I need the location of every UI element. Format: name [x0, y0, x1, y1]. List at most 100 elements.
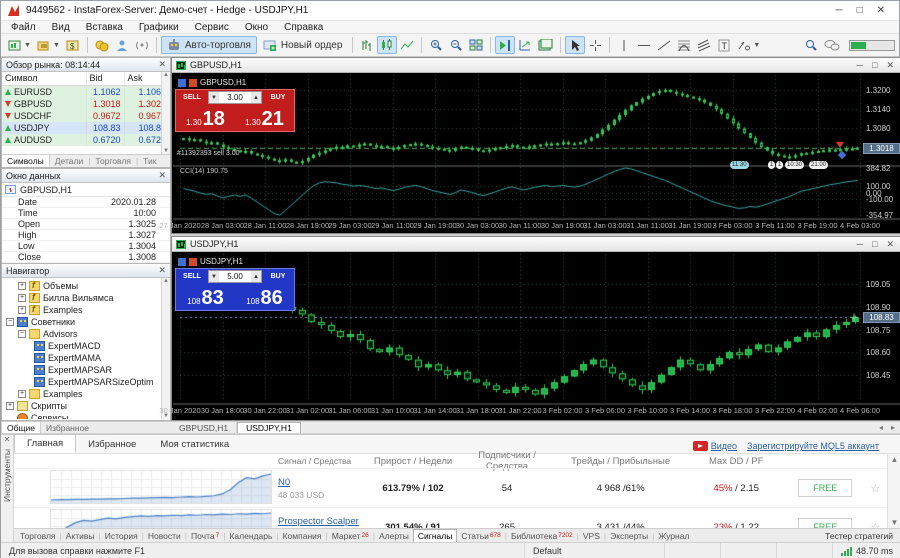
autotrade-button[interactable]: Авто-торговля [161, 36, 257, 54]
bottom-tab-trade[interactable]: Торговля [16, 529, 60, 542]
nav-item-advisors-folder[interactable]: −Advisors [4, 328, 170, 340]
symbol-row-usdjpy[interactable]: USDJPY 108.83108.86 [2, 122, 170, 134]
signal-row-prospector[interactable]: Prospector Scalper EA 301.54% / 91 265 3… [14, 507, 887, 528]
signal-name-link[interactable]: Prospector Scalper EA [278, 516, 359, 528]
menu-tools[interactable]: Сервис [195, 22, 229, 33]
horizontal-line-tool-button[interactable] [634, 36, 654, 54]
tile-windows-button[interactable] [466, 36, 486, 54]
signal-name-link[interactable]: N0 [278, 477, 290, 488]
gbpusd-sell-price[interactable]: 1.3018 [176, 105, 235, 131]
usdjpy-sell-button[interactable]: SELL [176, 269, 208, 284]
free-button[interactable]: FREE [798, 518, 852, 528]
channel-tool-button[interactable] [694, 36, 714, 54]
bottom-tab-company[interactable]: Компания [279, 529, 326, 542]
bottom-tab-alerts[interactable]: Алерты [375, 529, 413, 542]
bottom-tab-calendar[interactable]: Календарь [225, 529, 276, 542]
volume-down-icon[interactable]: ▼ [209, 92, 219, 103]
nav-item-expertmapsarsizeoptim[interactable]: ExpertMAPSARSizeOptim [4, 376, 170, 388]
strategy-tester-tab[interactable]: Тестер стратегий [825, 529, 900, 542]
chat-icon[interactable] [821, 36, 843, 54]
menu-charts[interactable]: Графики [139, 22, 179, 33]
favorite-star-icon[interactable]: ☆ [864, 482, 888, 495]
nav-tab-common[interactable]: Общие [1, 422, 41, 433]
tab-ticks[interactable]: Тик [138, 155, 161, 167]
bar-chart-mode-button[interactable] [357, 36, 377, 54]
minimize-button[interactable]: ─ [835, 5, 842, 16]
community-icon[interactable] [112, 36, 132, 54]
templates-button[interactable] [535, 36, 556, 54]
header-signal-funds[interactable]: Сигнал / Средства [278, 456, 368, 466]
arrow-objects-button[interactable]: ▼ [734, 36, 763, 54]
bottom-tab-news[interactable]: Новости [144, 529, 185, 542]
data-window-close-icon[interactable]: ✕ [158, 170, 166, 181]
usdjpy-window-titlebar[interactable]: USDJPY,H1 ─ □ ✕ [172, 237, 900, 252]
usdjpy-volume-stepper[interactable]: ▼ 5.00 ▲ [208, 270, 262, 283]
symbol-row-usdchf[interactable]: USDCHF 0.96720.9675 [2, 110, 170, 122]
time-marker[interactable]: 21:00 [809, 161, 828, 169]
bottom-tab-codebase[interactable]: Библиотека7202 [507, 529, 577, 542]
panel-red-icon[interactable] [189, 79, 197, 87]
register-mql5-link[interactable]: Зарегистрируйте MQL5 аккаунт [747, 441, 879, 451]
bottom-tab-articles[interactable]: Статьи678 [457, 529, 504, 542]
panel-blue-icon[interactable] [178, 258, 186, 266]
symbol-row-gbpusd[interactable]: GBPUSD 1.30181.3021 [2, 98, 170, 110]
chart-maximize-button[interactable]: □ [872, 239, 877, 250]
tab-symbols[interactable]: Символы [2, 155, 50, 167]
nav-item-volumes[interactable]: +Объемы [4, 280, 170, 292]
time-marker[interactable]: 10:30 [785, 161, 804, 169]
nav-tab-favorites[interactable]: Избранное [41, 422, 94, 433]
nav-item-services[interactable]: Сервисы [4, 412, 170, 419]
zoom-in-button[interactable] [426, 36, 446, 54]
signal-row-n0[interactable]: N048 033 USD 613.79% / 102 54 4 968 /61%… [14, 468, 887, 507]
col-symbol[interactable]: Символ [2, 72, 86, 85]
cursor-tool-button[interactable] [565, 36, 585, 54]
maximize-button[interactable]: □ [857, 5, 863, 16]
profiles-button[interactable]: ▼ [34, 36, 63, 54]
nav-item-advisor-examples[interactable]: +Examples [4, 388, 170, 400]
text-tool-button[interactable]: T [714, 36, 734, 54]
bottom-tab-mail[interactable]: Почта7 [187, 529, 223, 542]
symbol-row-eurusd[interactable]: EURUSD 1.10621.1065 [2, 85, 170, 98]
shift-end-button[interactable] [495, 36, 515, 54]
new-chart-button[interactable]: ▼ [5, 36, 34, 54]
line-chart-mode-button[interactable] [397, 36, 417, 54]
chart-tabs-scroll-right-icon[interactable]: ▸ [891, 423, 895, 432]
trendline-tool-button[interactable] [654, 36, 674, 54]
market-watch-toggle-icon[interactable]: $ [63, 36, 83, 54]
header-trades[interactable]: Трейды / Прибыльные [556, 456, 685, 467]
nav-item-bill-williams[interactable]: +Билла Вильямса [4, 292, 170, 304]
gbpusd-volume-value[interactable]: 3.00 [219, 92, 251, 103]
chart-minimize-button[interactable]: ─ [857, 239, 863, 250]
free-button[interactable]: FREE [798, 479, 852, 497]
symbol-row-audusd[interactable]: AUDUSD 0.67200.6723 [2, 134, 170, 146]
usdjpy-sell-price[interactable]: 10883 [176, 284, 235, 310]
favorite-star-icon[interactable]: ☆ [864, 521, 888, 529]
gbpusd-buy-button[interactable]: BUY [262, 90, 294, 105]
volume-up-icon[interactable]: ▲ [251, 271, 261, 282]
bottom-tab-journal[interactable]: Журнал [654, 529, 693, 542]
signals-tab-favorites[interactable]: Избранное [76, 436, 148, 453]
navigator-close-icon[interactable]: ✕ [158, 265, 166, 276]
volume-up-icon[interactable]: ▲ [251, 92, 261, 103]
video-link[interactable]: Видео [693, 441, 737, 451]
gbpusd-window-titlebar[interactable]: GBPUSD,H1 ─ □ ✕ [172, 58, 900, 73]
fibonacci-tool-button[interactable] [674, 36, 694, 54]
status-latency[interactable]: 48.70 ms [833, 543, 900, 558]
gbpusd-sell-button[interactable]: SELL [176, 90, 208, 105]
menu-insert[interactable]: Вставка [86, 22, 123, 33]
auto-scroll-button[interactable] [515, 36, 535, 54]
tab-details[interactable]: Детали [50, 155, 88, 167]
volume-down-icon[interactable]: ▼ [209, 271, 219, 282]
header-maxdd[interactable]: Max DD / PF [685, 456, 787, 467]
signals-tab-my-stats[interactable]: Моя статистика [148, 436, 241, 453]
chart-minimize-button[interactable]: ─ [857, 60, 863, 71]
bottom-tab-history[interactable]: История [101, 529, 142, 542]
chart-close-button[interactable]: ✕ [886, 60, 894, 71]
nav-item-indicator-examples[interactable]: +Examples [4, 304, 170, 316]
usdjpy-buy-button[interactable]: BUY [262, 269, 294, 284]
signal-broadcast-icon[interactable] [132, 36, 152, 54]
nav-item-advisors-root[interactable]: −Советники [4, 316, 170, 328]
signals-scrollbar[interactable]: ▲▼ [887, 454, 900, 528]
chart-tab-gbpusd[interactable]: GBPUSD,H1 [171, 422, 237, 433]
gbpusd-buy-price[interactable]: 1.3021 [235, 105, 294, 131]
